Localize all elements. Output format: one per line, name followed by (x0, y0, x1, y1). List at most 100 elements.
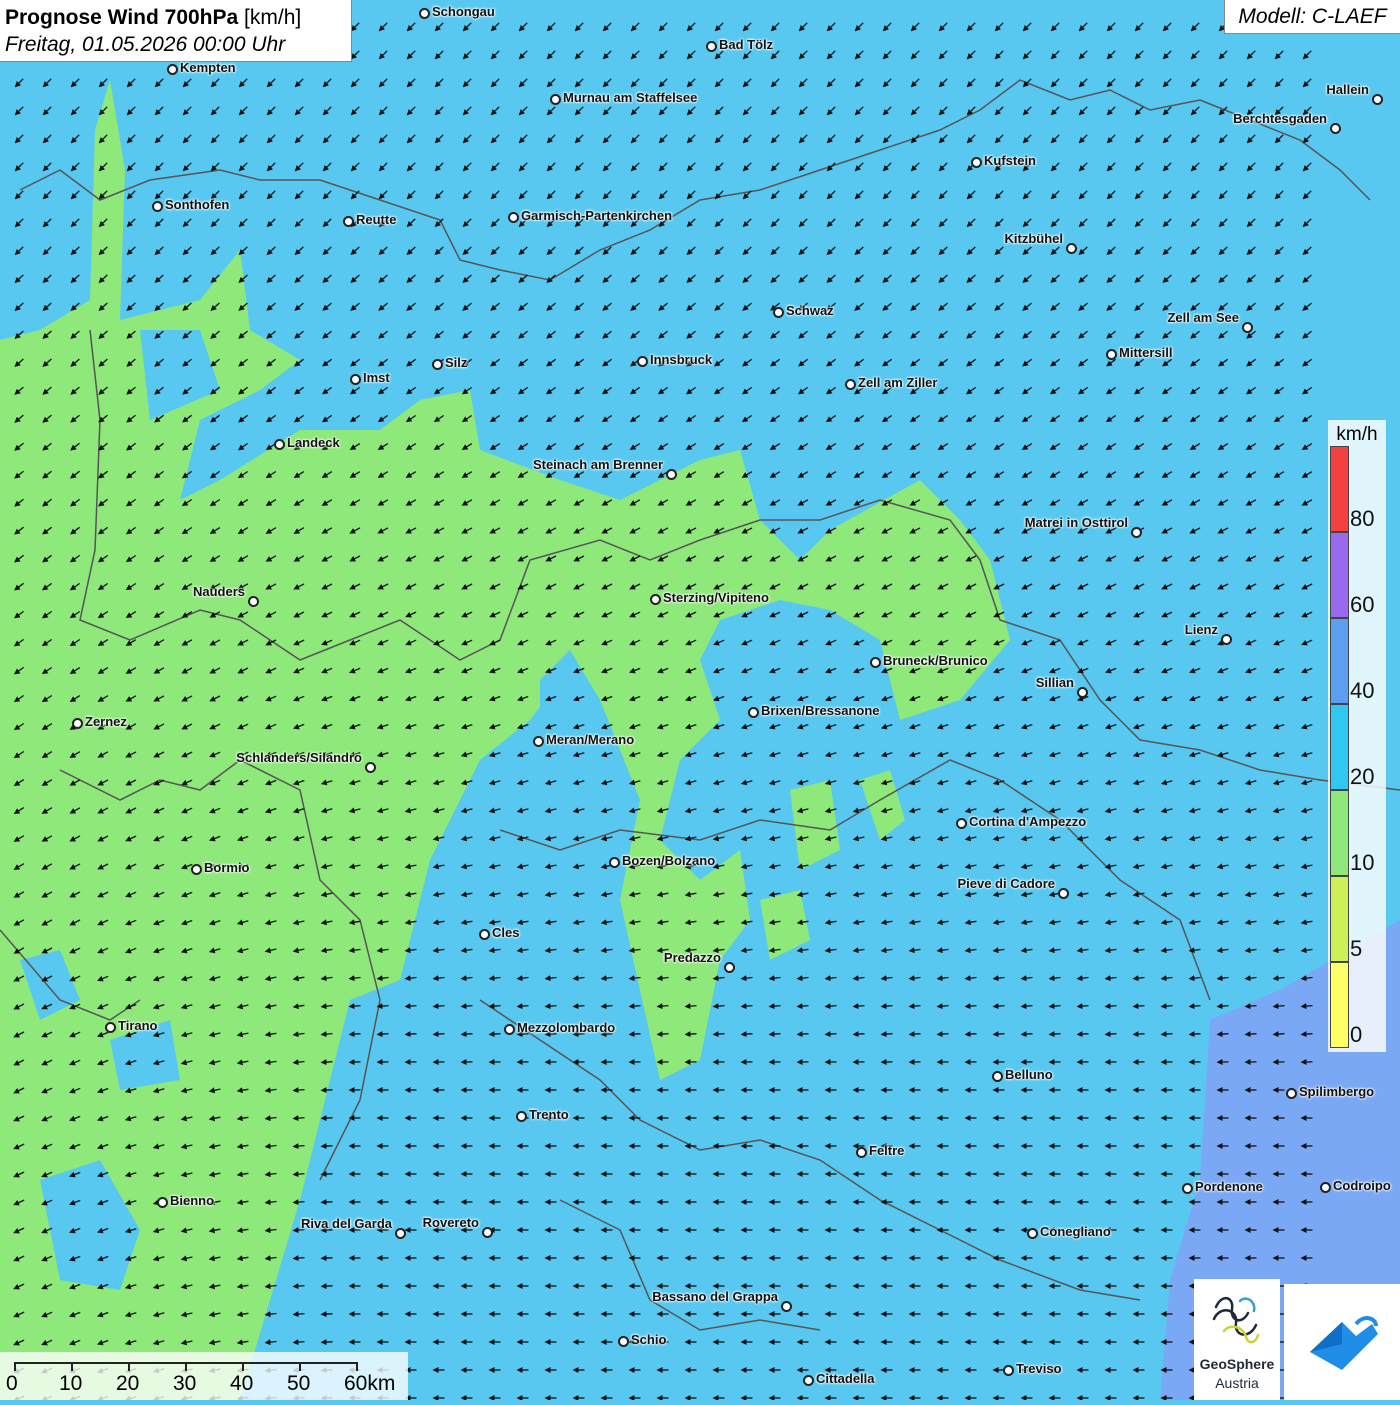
city-label: Sillian (1036, 676, 1074, 690)
city-marker-icon (870, 657, 881, 668)
scale-label: 10 (59, 1372, 82, 1396)
wind-arrow-icon (1192, 1006, 1201, 1007)
wind-arrow-icon (1024, 1034, 1033, 1035)
city-label: Mezzolombardo (517, 1021, 615, 1035)
wind-arrow-icon (1164, 1006, 1173, 1007)
map-title: Prognose Wind 700hPa [km/h] (5, 4, 351, 31)
legend-band (1330, 876, 1349, 962)
city-label: Bormio (204, 861, 250, 875)
city-marker-icon (1320, 1182, 1331, 1193)
wind-arrow-icon (884, 1034, 893, 1035)
wind-arrow-icon (996, 1034, 1005, 1035)
wind-arrow-icon (1220, 1006, 1229, 1007)
city-label: Nauders (193, 585, 245, 599)
city-marker-icon (1286, 1088, 1297, 1099)
wind-app-logo[interactable] (1284, 1284, 1400, 1400)
wind-arrow-icon (800, 1034, 809, 1035)
wind-arrow-icon (1080, 1006, 1089, 1007)
wind-arrow-icon (436, 1034, 445, 1035)
wind-arrow-icon (492, 1006, 501, 1007)
city-marker-icon (533, 736, 544, 747)
wind-arrow-icon (940, 1006, 949, 1007)
city-label: Belluno (1005, 1068, 1053, 1082)
wind-arrow-icon (716, 1034, 725, 1035)
wind-arrow-icon (716, 1006, 725, 1007)
color-legend: km/h 051020406080 (1328, 420, 1386, 1052)
city-marker-icon (650, 594, 661, 605)
geosphere-name: GeoSphere (1194, 1356, 1280, 1372)
city-label: Schlanders/Silandro (236, 751, 362, 765)
scale-label: 40 (230, 1372, 253, 1396)
city-label: Codroipo (1333, 1179, 1391, 1193)
city-label: Cortina d'Ampezzo (969, 815, 1086, 829)
wind-arrow-icon (1052, 1034, 1061, 1035)
city-marker-icon (773, 307, 784, 318)
wind-arrow-icon (800, 1006, 809, 1007)
city-label: Murnau am Staffelsee (563, 91, 697, 105)
wind-arrow-icon (968, 1006, 977, 1007)
wind-arrow-icon (576, 1006, 585, 1007)
city-label: Cittadella (816, 1372, 875, 1386)
wind-arrow-icon (408, 1006, 417, 1007)
city-label: Schwaz (786, 304, 834, 318)
city-marker-icon (274, 439, 285, 450)
wind-arrow-icon (1108, 1034, 1117, 1035)
scale-tick (299, 1362, 301, 1371)
wind-arrow-icon (940, 1034, 949, 1035)
city-marker-icon (365, 762, 376, 773)
wind-app-icon (1284, 1284, 1400, 1400)
wind-arrow-icon (296, 1342, 305, 1343)
city-marker-icon (971, 157, 982, 168)
map-title-main: Prognose Wind 700hPa (5, 6, 238, 29)
city-label: Matrei in Osttirol (1025, 516, 1128, 530)
city-label: Kempten (180, 61, 236, 75)
city-marker-icon (105, 1022, 116, 1033)
map-title-unit: [km/h] (244, 6, 301, 29)
city-marker-icon (419, 8, 430, 19)
wind-arrow-icon (464, 1034, 473, 1035)
legend-label: 20 (1350, 764, 1374, 790)
city-label: Silz (445, 356, 467, 370)
wind-arrow-icon (1248, 1034, 1257, 1035)
legend-label: 0 (1350, 1022, 1362, 1048)
wind-arrow-icon (1304, 1034, 1313, 1035)
legend-label: 5 (1350, 936, 1362, 962)
wind-arrow-icon (1136, 1006, 1145, 1007)
city-marker-icon (1058, 888, 1069, 899)
city-marker-icon (191, 864, 202, 875)
city-marker-icon (1077, 687, 1088, 698)
city-label: Bienno (170, 1194, 214, 1208)
city-marker-icon (1330, 123, 1341, 134)
wind-arrow-icon (380, 1006, 389, 1007)
city-marker-icon (609, 857, 620, 868)
city-label: Zell am See (1167, 311, 1239, 325)
wind-arrow-icon (296, 1314, 305, 1315)
city-marker-icon (1003, 1365, 1014, 1376)
city-label: Rovereto (423, 1216, 479, 1230)
wind-arrow-icon (632, 1006, 641, 1007)
city-marker-icon (395, 1228, 406, 1239)
city-marker-icon (856, 1147, 867, 1158)
wind-arrow-icon (884, 1006, 893, 1007)
city-label: Predazzo (664, 951, 721, 965)
legend-label: 40 (1350, 678, 1374, 704)
city-marker-icon (803, 1375, 814, 1386)
city-marker-icon (1027, 1228, 1038, 1239)
wind-arrow-icon (828, 1034, 837, 1035)
legend-band (1330, 532, 1349, 618)
city-label: Spilimbergo (1299, 1085, 1374, 1099)
wind-arrow-icon (296, 1202, 305, 1203)
wind-arrow-icon (1220, 1034, 1229, 1035)
wind-arrow-icon (296, 1090, 305, 1091)
city-label: Kitzbühel (1005, 232, 1064, 246)
title-box: Prognose Wind 700hPa [km/h] Freitag, 01.… (0, 0, 352, 62)
geosphere-logo[interactable]: GeoSphere Austria (1194, 1279, 1280, 1400)
wind-arrow-icon (296, 1286, 305, 1287)
wind-arrow-icon (632, 1034, 641, 1035)
wind-arrow-icon (1304, 1006, 1313, 1007)
scale-label: 60km (344, 1372, 395, 1396)
city-label: Garmisch-Partenkirchen (521, 209, 672, 223)
legend-band (1330, 962, 1349, 1048)
city-marker-icon (1182, 1183, 1193, 1194)
scale-label: 0 (6, 1372, 18, 1396)
